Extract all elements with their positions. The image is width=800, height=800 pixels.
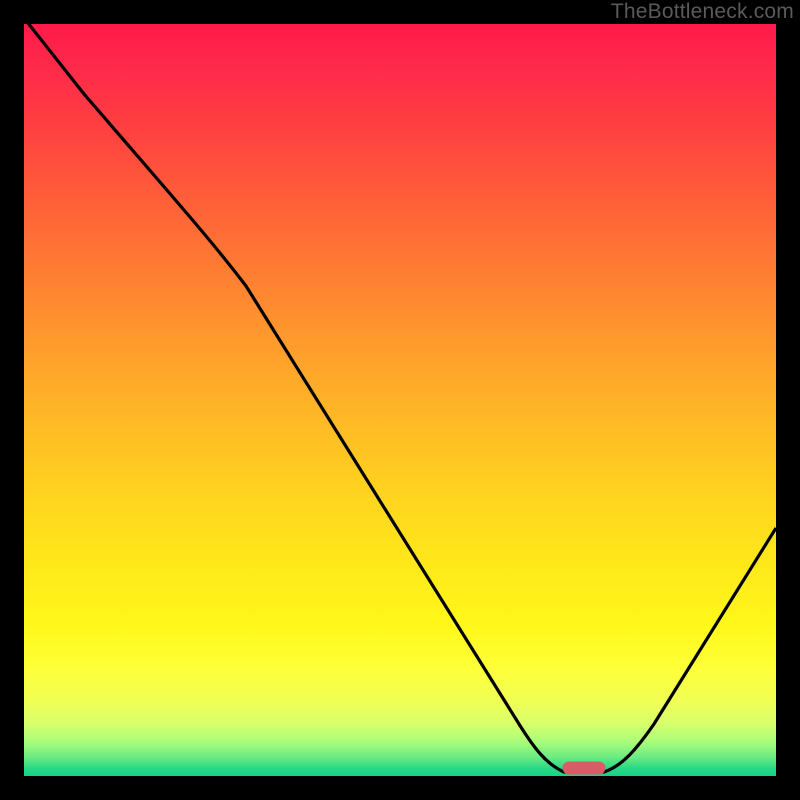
watermark-text: TheBottleneck.com — [611, 0, 794, 24]
bottleneck-curve — [24, 24, 776, 776]
plot-area — [24, 24, 776, 776]
optimal-marker — [563, 762, 606, 775]
chart-frame — [21, 21, 779, 779]
